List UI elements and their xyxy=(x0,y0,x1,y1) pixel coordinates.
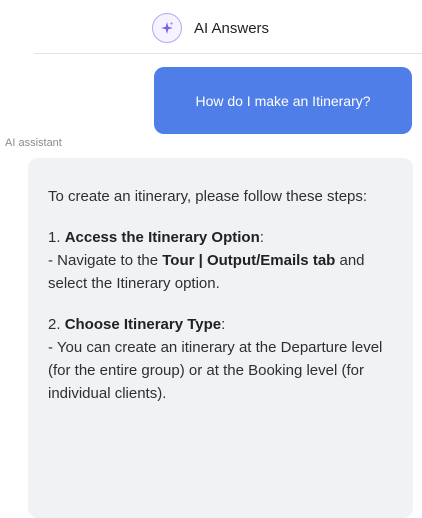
sparkle-icon xyxy=(161,21,174,34)
step-1-title: Access the Itinerary Option xyxy=(64,229,260,246)
chat-header: AI Answers xyxy=(0,0,422,56)
step-1-number: 1. xyxy=(48,229,65,246)
step-1-heading: 1. Access the Itinerary Option: xyxy=(48,226,388,249)
step-2-text: - You can create an itinerary at the Dep… xyxy=(48,339,383,402)
step-2-colon: : xyxy=(221,316,226,333)
response-intro: To create an itinerary, please follow th… xyxy=(48,188,368,205)
step-2-number: 2. xyxy=(48,316,65,333)
user-message-text: How do I make an Itinerary? xyxy=(195,92,371,109)
step-1-colon: : xyxy=(259,229,264,246)
header-title: AI Answers xyxy=(194,19,270,37)
step-2-heading: 2. Choose Itinerary Type: xyxy=(48,313,388,336)
ai-logo xyxy=(152,13,182,43)
user-message-bubble: How do I make an Itinerary? xyxy=(154,67,412,134)
step-1-text: - Navigate to the Tour | Output/Emails t… xyxy=(48,249,388,295)
step-1-text-prefix: - Navigate to the xyxy=(48,252,163,269)
header-title-group: AI Answers xyxy=(152,12,269,44)
assistant-label: AI assistant xyxy=(5,137,62,149)
header-divider xyxy=(34,53,422,54)
assistant-message-text: To create an itinerary, please follow th… xyxy=(48,185,388,405)
step-2-title: Choose Itinerary Type xyxy=(64,316,222,333)
step-1-text-bold: Tour | Output/Emails tab xyxy=(162,252,336,269)
